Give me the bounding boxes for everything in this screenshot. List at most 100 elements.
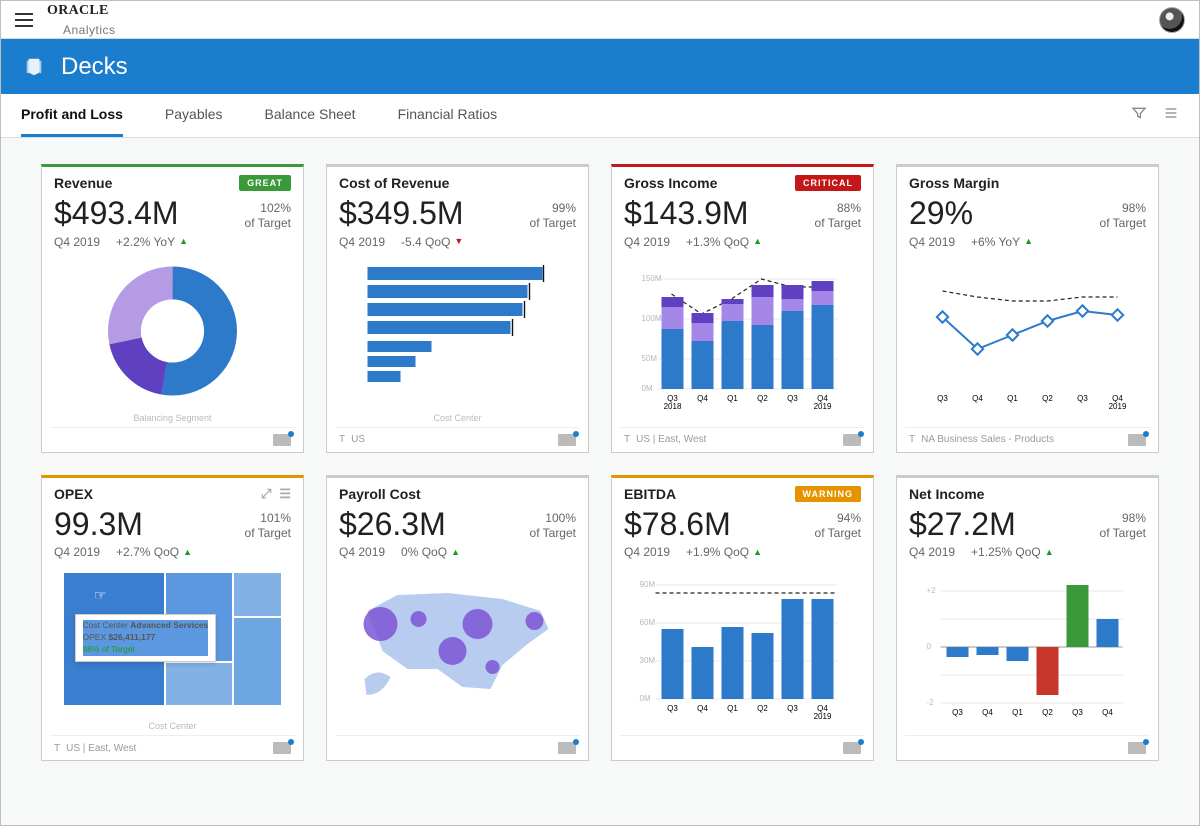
svg-text:Q4: Q4 <box>697 394 708 403</box>
tab-profit-and-loss[interactable]: Profit and Loss <box>21 94 123 137</box>
card-list-icon[interactable]: ☰ <box>279 486 291 502</box>
svg-text:0: 0 <box>927 642 932 651</box>
tab-bar: Profit and Loss Payables Balance Sheet F… <box>1 94 1199 138</box>
card-title: Gross Margin <box>909 175 999 191</box>
card-title: Net Income <box>909 486 984 502</box>
card-gross-income[interactable]: Gross Income CRITICAL $143.9M 88%of Targ… <box>611 164 874 453</box>
chart-caption: Cost Center <box>327 413 588 427</box>
card-menu-icon[interactable] <box>843 742 861 754</box>
card-menu-icon[interactable] <box>843 434 861 446</box>
card-footer <box>50 427 295 452</box>
tab-tools <box>1131 105 1179 126</box>
metric-value: $26.3M <box>339 508 446 542</box>
card-menu-icon[interactable] <box>1128 434 1146 446</box>
filter-icon: T <box>909 434 915 445</box>
period: Q4 2019 <box>624 545 670 559</box>
card-footer <box>620 735 865 760</box>
card-menu-icon[interactable] <box>273 742 291 754</box>
target: 101%of Target <box>245 511 291 541</box>
filter-icon: T <box>624 434 630 445</box>
svg-text:Q3: Q3 <box>1077 394 1088 403</box>
chart-treemap: ☞ Cost Center Advanced Services OPEX $26… <box>50 569 295 719</box>
brand-name: ORACLE <box>47 3 109 18</box>
top-bar: ORACLEAnalytics <box>1 1 1199 39</box>
svg-text:2018: 2018 <box>664 402 682 409</box>
list-icon[interactable] <box>1163 105 1179 126</box>
card-tools: ⤢ ☰ <box>261 486 291 502</box>
card-payroll-cost[interactable]: Payroll Cost $26.3M 100%of Target Q4 201… <box>326 475 589 762</box>
tab-payables[interactable]: Payables <box>165 94 223 137</box>
filter-text: US | East, West <box>636 434 706 445</box>
expand-icon[interactable]: ⤢ <box>261 486 271 502</box>
period: Q4 2019 <box>909 235 955 249</box>
filter-icon: T <box>339 434 345 445</box>
svg-text:Q3: Q3 <box>667 704 678 713</box>
card-menu-icon[interactable] <box>558 742 576 754</box>
svg-text:30M: 30M <box>640 656 656 665</box>
target: 99%of Target <box>530 201 576 231</box>
svg-text:0M: 0M <box>640 694 651 703</box>
card-menu-icon[interactable] <box>558 434 576 446</box>
menu-icon[interactable] <box>15 13 33 27</box>
card-title: Payroll Cost <box>339 486 421 502</box>
card-gross-margin[interactable]: Gross Margin 29% 98%of Target Q4 2019 +6… <box>896 164 1159 453</box>
chart-caption: Cost Center <box>42 721 303 735</box>
svg-text:+2: +2 <box>927 586 937 595</box>
svg-text:Q1: Q1 <box>1007 394 1018 403</box>
tab-financial-ratios[interactable]: Financial Ratios <box>398 94 498 137</box>
change: +1.3% QoQ▲ <box>686 235 762 249</box>
change: -5.4 QoQ▼ <box>401 235 463 249</box>
svg-text:2019: 2019 <box>814 712 832 719</box>
svg-text:Q4: Q4 <box>982 708 993 717</box>
card-cost-of-revenue[interactable]: Cost of Revenue $349.5M 99%of Target Q4 … <box>326 164 589 453</box>
card-title: Gross Income <box>624 175 717 191</box>
svg-text:Q1: Q1 <box>727 394 738 403</box>
svg-text:90M: 90M <box>640 580 656 589</box>
tab-balance-sheet[interactable]: Balance Sheet <box>265 94 356 137</box>
svg-text:Q3: Q3 <box>787 394 798 403</box>
card-title: EBITDA <box>624 486 676 502</box>
metric-value: $493.4M <box>54 197 179 231</box>
card-footer: T NA Business Sales - Products <box>905 427 1150 452</box>
svg-text:Q3: Q3 <box>952 708 963 717</box>
chart-line: Q3Q4Q1Q2Q3Q4 2019 <box>905 259 1150 425</box>
target: 98%of Target <box>1100 201 1146 231</box>
svg-text:Q4: Q4 <box>697 704 708 713</box>
card-footer: T US | East, West <box>620 427 865 452</box>
change: +2.2% YoY▲ <box>116 235 188 249</box>
chart-hbar <box>335 259 580 411</box>
metric-value: $78.6M <box>624 508 731 542</box>
card-ebitda[interactable]: EBITDA WARNING $78.6M 94%of Target Q4 20… <box>611 475 874 762</box>
card-footer <box>335 735 580 760</box>
svg-text:Q3: Q3 <box>1072 708 1083 717</box>
svg-text:Q3: Q3 <box>787 704 798 713</box>
filter-icon[interactable] <box>1131 105 1147 126</box>
change: +1.9% QoQ▲ <box>686 545 762 559</box>
card-menu-icon[interactable] <box>273 434 291 446</box>
card-footer: T US <box>335 427 580 452</box>
metric-value: 99.3M <box>54 508 143 542</box>
tooltip: Cost Center Advanced Services OPEX $26,4… <box>75 614 217 662</box>
brand: ORACLEAnalytics <box>47 2 128 37</box>
chart-caption: Balancing Segment <box>42 413 303 427</box>
avatar[interactable] <box>1159 7 1185 33</box>
card-menu-icon[interactable] <box>1128 742 1146 754</box>
chart-map <box>335 569 580 733</box>
metric-value: $27.2M <box>909 508 1016 542</box>
period: Q4 2019 <box>909 545 955 559</box>
chart-donut <box>50 259 295 411</box>
card-title: Revenue <box>54 175 112 191</box>
svg-text:Q3: Q3 <box>937 394 948 403</box>
period: Q4 2019 <box>54 235 100 249</box>
card-revenue[interactable]: Revenue GREAT $493.4M 102%of Target Q4 2… <box>41 164 304 453</box>
target: 98%of Target <box>1100 511 1146 541</box>
svg-text:150M: 150M <box>642 274 662 283</box>
svg-text:50M: 50M <box>642 354 658 363</box>
change: 0% QoQ▲ <box>401 545 460 559</box>
metric-value: 29% <box>909 197 973 231</box>
card-opex[interactable]: OPEX ⤢ ☰ 99.3M 101%of Target Q4 2019 +2.… <box>41 475 304 762</box>
svg-text:0M: 0M <box>642 384 653 393</box>
filter-icon: T <box>54 743 60 754</box>
card-net-income[interactable]: Net Income $27.2M 98%of Target Q4 2019 +… <box>896 475 1159 762</box>
metric-value: $349.5M <box>339 197 464 231</box>
